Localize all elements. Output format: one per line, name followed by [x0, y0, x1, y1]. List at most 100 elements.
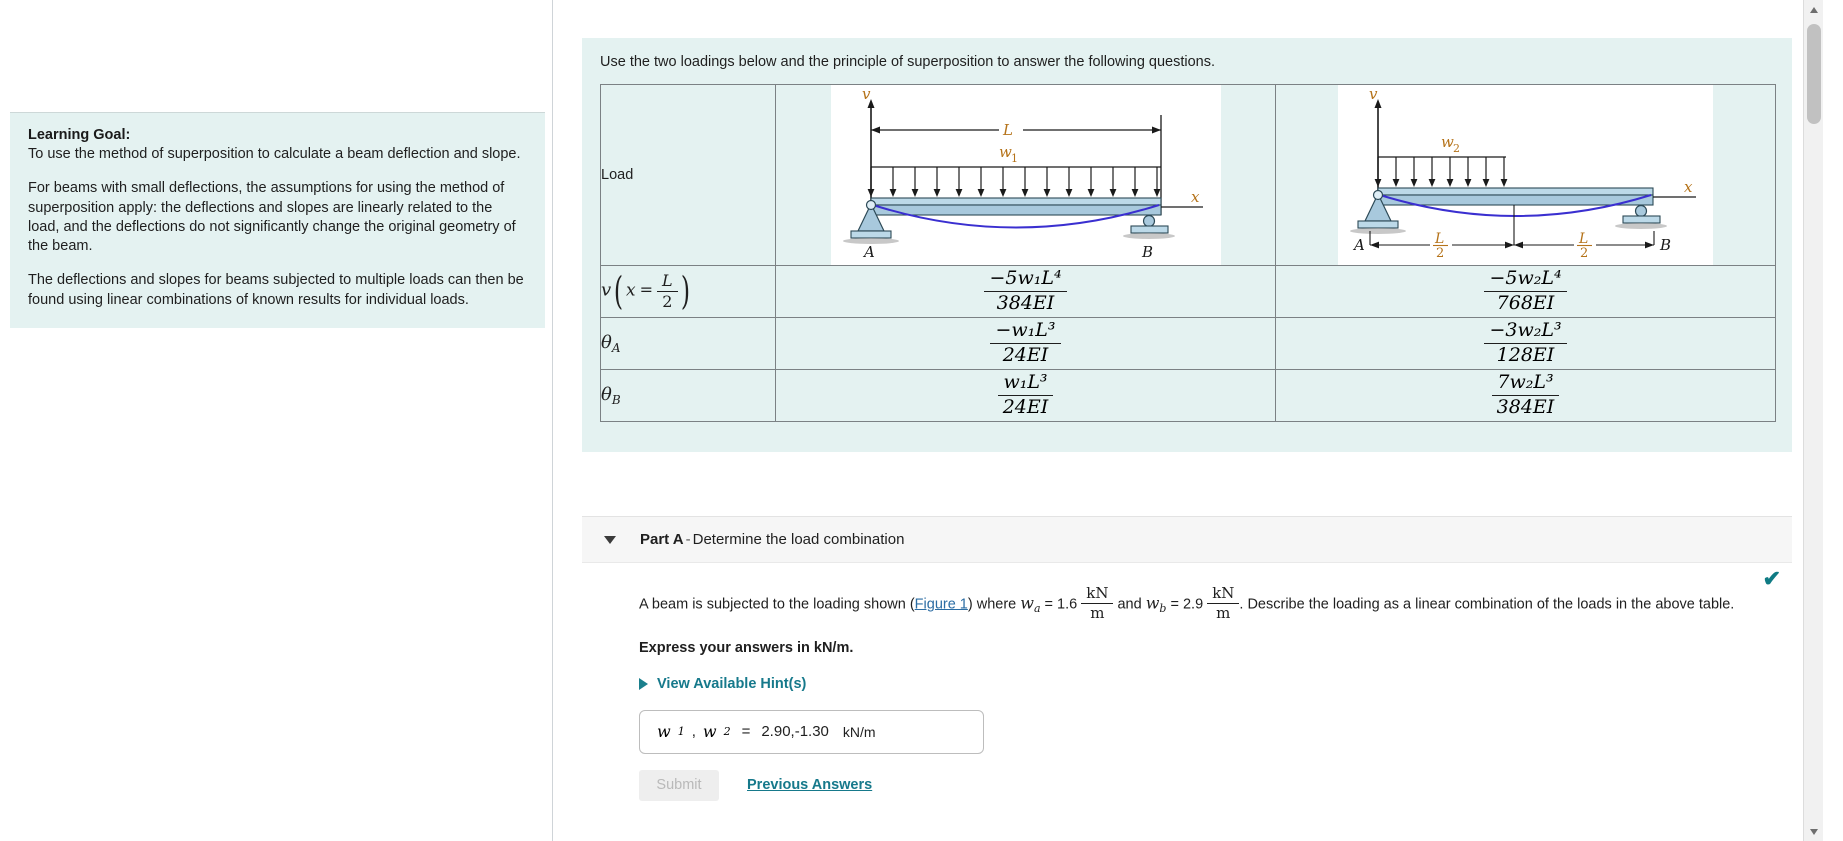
svg-text:2: 2 [1453, 142, 1460, 155]
answer-symbol-1: w [657, 722, 671, 741]
theta-symbol: θ [601, 384, 612, 406]
wb-unit-den: m [1207, 603, 1240, 622]
diagram-cell-1: v L w 1 x A B [775, 84, 1276, 266]
formula-theta-a-col2: −3w₂L³ 128EI [1275, 317, 1776, 370]
answer-input-box[interactable]: w1, w 2 = 2.90,-1.30 kN/m [639, 709, 984, 754]
question-prefix: A beam is subjected to the loading shown… [639, 596, 915, 613]
svg-text:L: L [1578, 231, 1588, 247]
vertical-scrollbar[interactable] [1803, 0, 1823, 841]
learning-goal-paragraph-1: To use the method of superposition to ca… [28, 146, 521, 162]
question-mid-1: ) where [967, 596, 1021, 613]
fraction: −5w₂L⁴ 768EI [1484, 267, 1567, 315]
formula-deflection-col2: −5w₂L⁴ 768EI [1275, 265, 1776, 318]
formula-theta-b-col1: w₁L³ 24EI [775, 369, 1276, 422]
v-symbol: v [601, 279, 612, 301]
wb-symbol: w [1145, 593, 1160, 613]
scroll-up-button[interactable] [1804, 0, 1823, 19]
answer-comma: , [691, 723, 696, 740]
diagram-cell-2: v w 2 x A B L 2 L 2 [1275, 84, 1776, 266]
formula-deflection-col1: −5w₁L⁴ 384EI [775, 265, 1276, 318]
theta-a-subscript: A [611, 340, 621, 355]
view-hints-row[interactable]: View Available Hint(s) [582, 676, 1792, 692]
wb-unit: kN m [1207, 584, 1240, 622]
submit-button[interactable]: Submit [639, 769, 719, 801]
row-label-theta-b: θB [600, 369, 776, 422]
theta-b-subscript: B [611, 392, 621, 407]
wa-value: = 1.6 [1040, 596, 1082, 613]
table-row-theta-a: θA −w₁L³ 24EI −3w₂L³ 128EI [600, 317, 1776, 370]
learning-goal-box: Learning Goal: To use the method of supe… [10, 112, 545, 328]
wa-unit-num: kN [1086, 584, 1109, 602]
figure-1-link[interactable]: Figure 1 [915, 596, 968, 612]
svg-text:A: A [1352, 236, 1365, 254]
svg-text:L: L [1002, 121, 1013, 139]
theta-symbol: θ [601, 332, 612, 354]
answer-symbol-2: w [702, 722, 717, 741]
question-card: Use the two loadings below and the princ… [582, 38, 1792, 452]
answer-value[interactable]: 2.90,-1.30 [761, 723, 829, 740]
learning-goal-title: Learning Goal: [28, 127, 131, 143]
right-panel: Use the two loadings below and the princ… [554, 0, 1823, 841]
table-row-theta-b: θB w₁L³ 24EI 7w₂L³ 384EI [600, 369, 1776, 422]
fraction: −w₁L³ 24EI [990, 319, 1061, 367]
chevron-right-icon[interactable] [639, 677, 648, 690]
previous-answers-link[interactable]: Previous Answers [747, 777, 872, 793]
wa-unit: kN m [1081, 584, 1114, 622]
fraction: −5w₁L⁴ 384EI [984, 267, 1067, 315]
svg-text:v: v [1369, 85, 1378, 103]
triangle-up-icon [1810, 6, 1818, 13]
wa-symbol: w [1020, 593, 1034, 613]
question-tail: . Describe the loading as a linear combi… [1239, 596, 1735, 613]
svg-text:2: 2 [1580, 246, 1588, 260]
table-row-load: Load v L w 1 x A B v w 2 x A B L 2 L 2 [600, 84, 1776, 266]
wb-value: = 2.9 [1166, 596, 1208, 613]
chevron-down-icon[interactable] [604, 535, 616, 544]
answer-subscript-1: 1 [677, 725, 685, 738]
wb-unit-num: kN [1212, 584, 1235, 602]
question-statement: A beam is subjected to the loading shown… [582, 584, 1792, 623]
row-label-deflection: v(x = L 2) [600, 265, 776, 318]
answer-equals: = [741, 723, 751, 740]
half-fraction: L2 [657, 271, 678, 312]
view-hints-label[interactable]: View Available Hint(s) [657, 676, 806, 692]
action-button-row: Submit Previous Answers [582, 769, 1792, 801]
question-mid-2: and [1113, 596, 1146, 613]
svg-text:B: B [1141, 243, 1153, 260]
formula-theta-b-col2: 7w₂L³ 384EI [1275, 369, 1776, 422]
beam-diagram-2-svg: v w 2 x A B L 2 L 2 [1338, 85, 1713, 261]
paren-close: ) [680, 269, 690, 314]
beam-diagram-1: v L w 1 x A B [830, 85, 1221, 265]
svg-text:A: A [862, 243, 875, 260]
svg-text:x: x [1191, 188, 1200, 206]
part-a-body: A beam is subjected to the loading shown… [582, 584, 1792, 801]
scrollbar-thumb[interactable] [1807, 24, 1821, 124]
svg-text:v: v [862, 85, 871, 103]
answer-subscript-2: 2 [723, 725, 731, 738]
row-label-theta-a: θA [600, 317, 776, 370]
x-symbol: x [626, 280, 636, 301]
row-label-load: Load [600, 84, 776, 266]
answer-unit: kN/m [842, 723, 876, 740]
part-a-header[interactable]: Part A - Determine the load combination [582, 516, 1792, 563]
learning-goal-paragraph-3: The deflections and slopes for beams sub… [28, 272, 524, 308]
formula-theta-a-col1: −w₁L³ 24EI [775, 317, 1276, 370]
homework-page: Learning Goal: To use the method of supe… [0, 0, 1843, 841]
svg-text:1: 1 [1011, 152, 1018, 165]
part-a-title: Part A - Determine the load combination [640, 531, 904, 548]
svg-text:B: B [1659, 236, 1671, 254]
learning-goal-paragraph-2: For beams with small deflections, the as… [28, 180, 516, 255]
part-a-subtitle: Determine the load combination [692, 531, 905, 548]
triangle-down-icon [1810, 828, 1818, 835]
paren-open: ( [613, 269, 624, 314]
load-table: Load v L w 1 x A B v w 2 x A B L 2 L 2 v… [600, 84, 1776, 422]
svg-text:2: 2 [1436, 246, 1444, 260]
beam-diagram-2: v w 2 x A B L 2 L 2 [1338, 85, 1713, 265]
beam-diagram-1-svg: v L w 1 x A B [830, 85, 1221, 261]
svg-text:x: x [1684, 178, 1693, 196]
wa-unit-den: m [1081, 603, 1114, 622]
equals-symbol: = [639, 280, 653, 300]
fraction: −3w₂L³ 128EI [1484, 319, 1567, 367]
part-a-separator: - [685, 531, 691, 548]
fraction: 7w₂L³ 384EI [1491, 371, 1560, 419]
scroll-down-button[interactable] [1804, 822, 1823, 841]
